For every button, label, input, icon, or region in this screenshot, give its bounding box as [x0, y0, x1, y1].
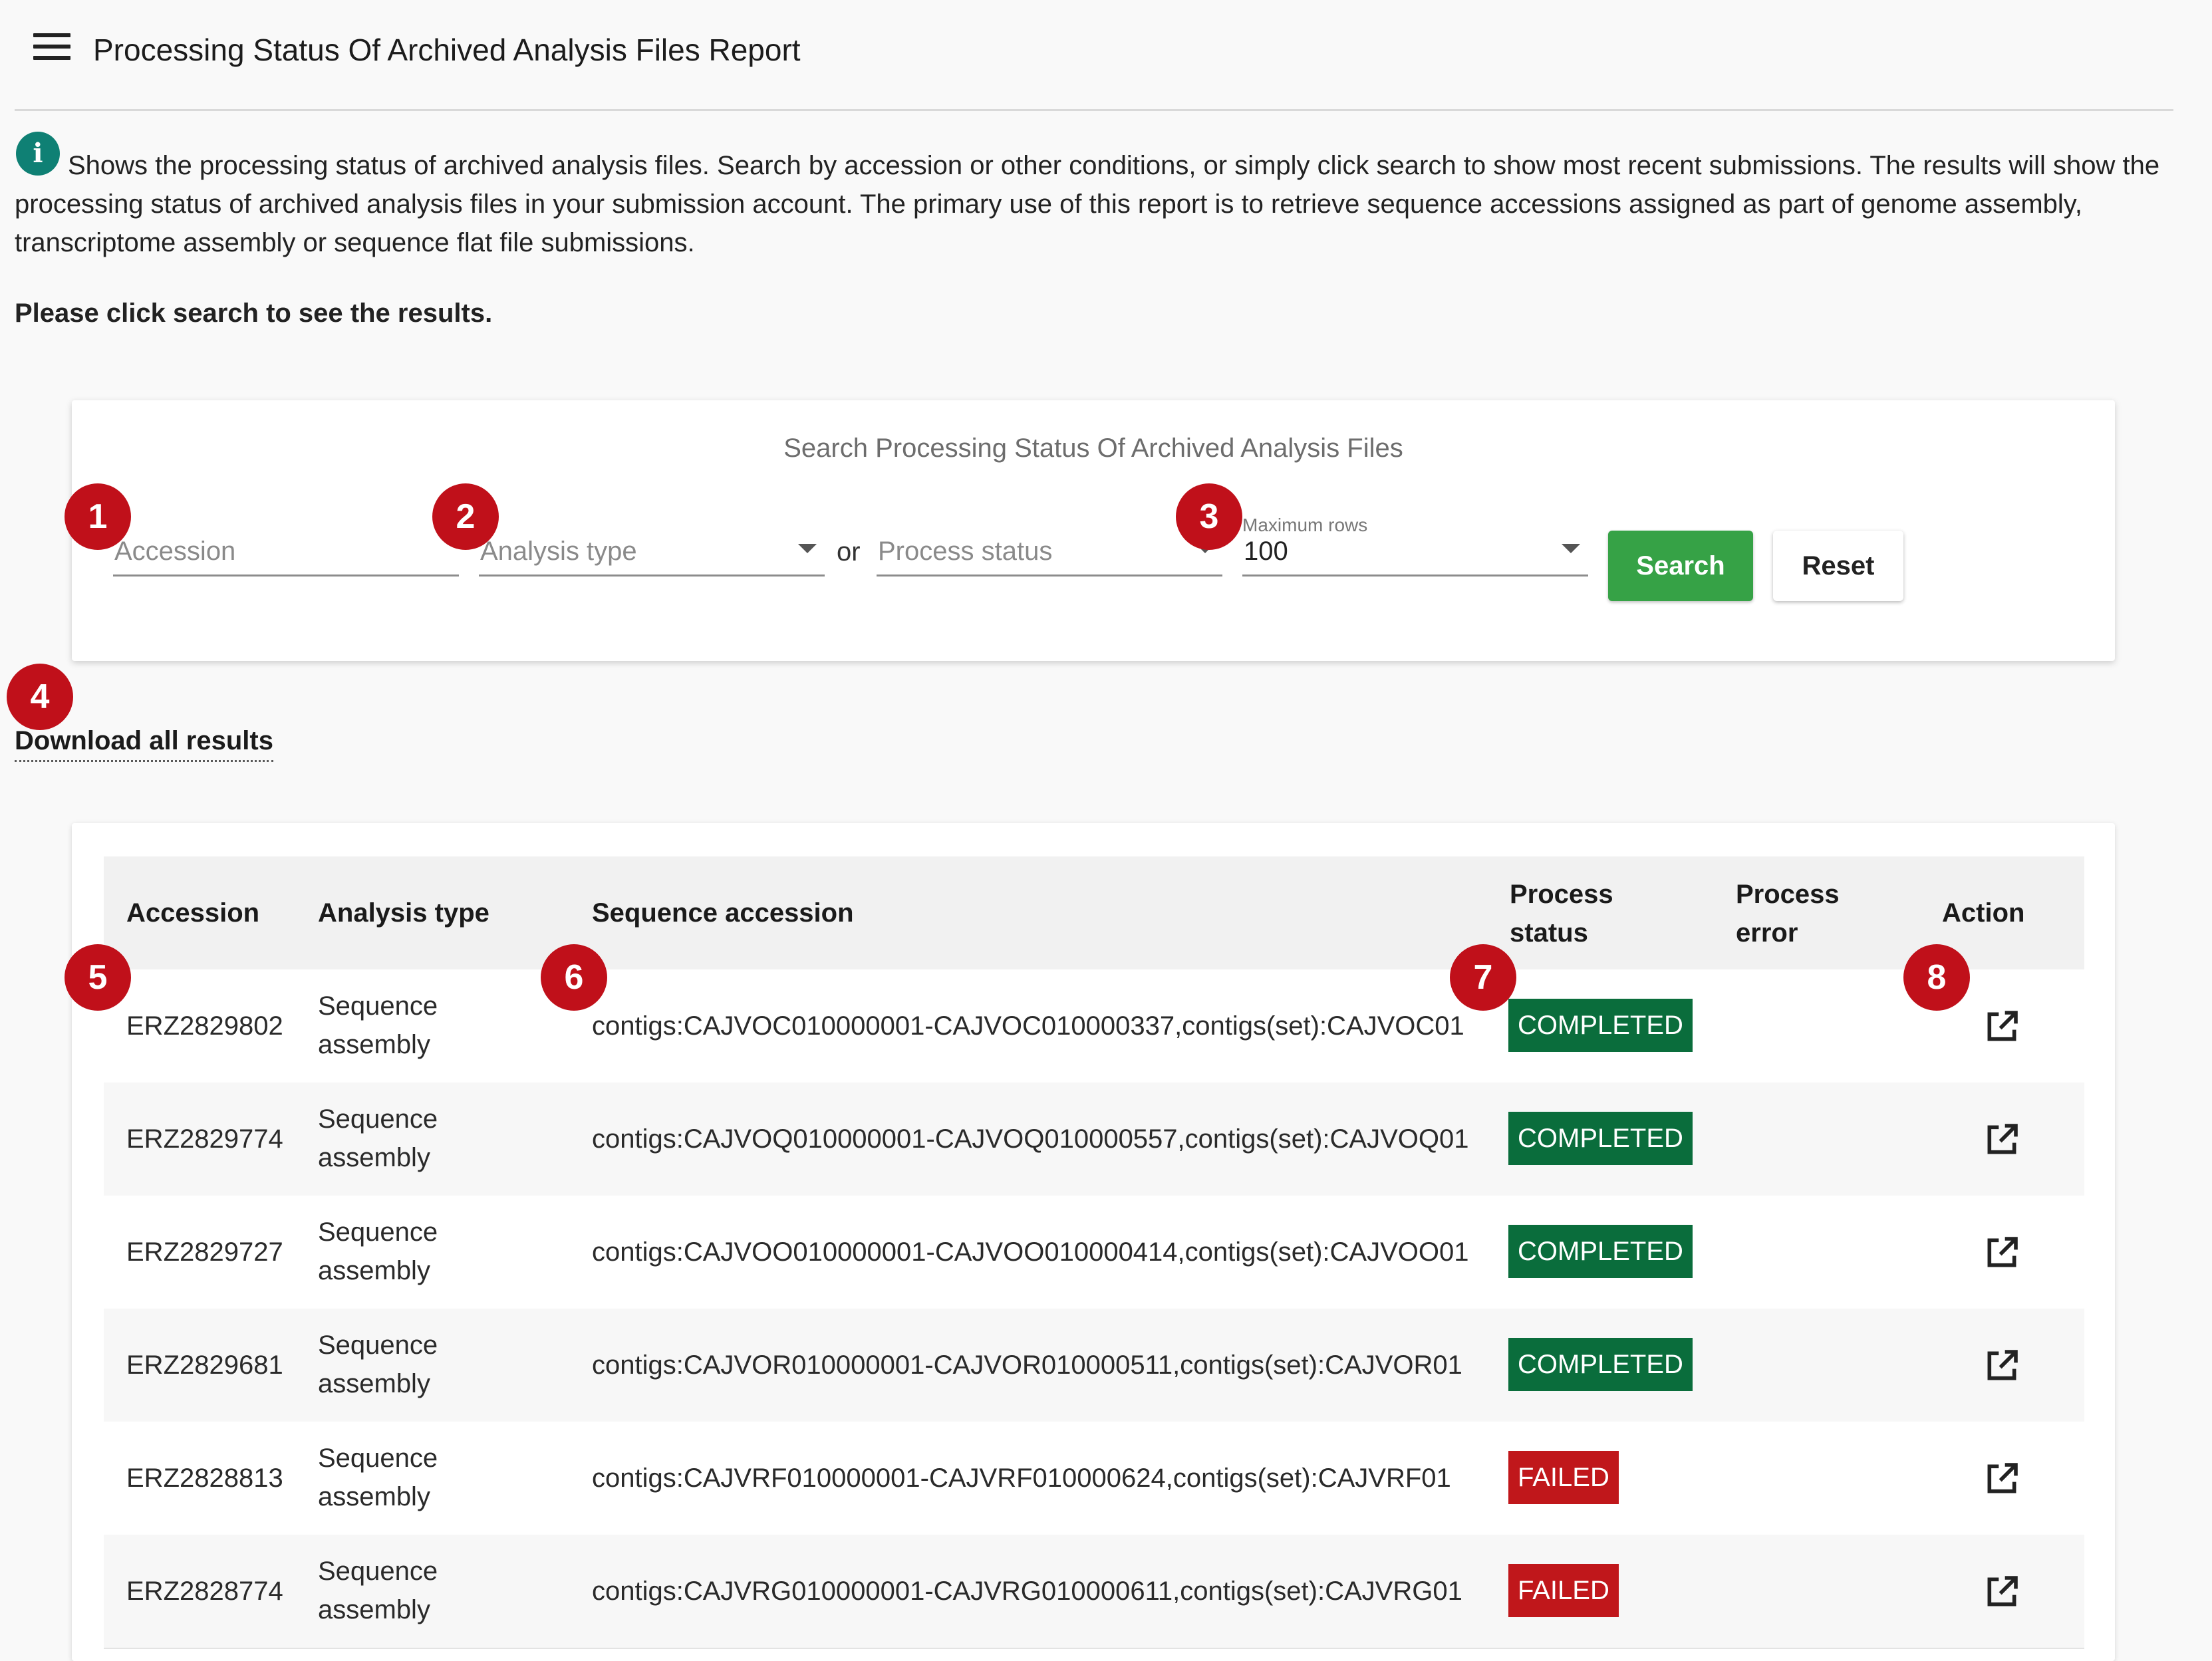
annotation-marker-3: 3: [1176, 483, 1242, 550]
cell-accession: ERZ2829802: [126, 1011, 283, 1041]
open-in-new-icon[interactable]: [1983, 1573, 2020, 1610]
cell-sequence-accession: contigs:CAJVOC010000001-CAJVOC010000337,…: [592, 1011, 1464, 1041]
cell-sequence-accession: contigs:CAJVOO010000001-CAJVOO010000414,…: [592, 1237, 1469, 1267]
table-row: ERZ2829727 Sequence assembly contigs:CAJ…: [104, 1196, 2084, 1310]
cell-accession: ERZ2828813: [126, 1464, 283, 1493]
annotation-marker-4: 4: [7, 664, 73, 730]
col-header-action: Action: [1942, 898, 2025, 928]
cell-sequence-accession: contigs:CAJVRG010000001-CAJVRG010000611,…: [592, 1577, 1462, 1606]
status-badge: COMPLETED: [1508, 1225, 1693, 1278]
chevron-down-icon: [798, 544, 817, 553]
open-in-new-icon[interactable]: [1983, 1347, 2020, 1384]
table-row: ERZ2829774 Sequence assembly contigs:CAJ…: [104, 1083, 2084, 1197]
instruction-text: Please click search to see the results.: [15, 299, 493, 328]
status-badge: COMPLETED: [1508, 1112, 1693, 1165]
table-row: ERZ2829681 Sequence assembly contigs:CAJ…: [104, 1309, 2084, 1423]
open-in-new-icon[interactable]: [1983, 1121, 2020, 1158]
cell-analysis-type: Sequence assembly: [318, 1331, 438, 1398]
search-panel-title: Search Processing Status Of Archived Ana…: [783, 434, 1403, 463]
cell-analysis-type: Sequence assembly: [318, 1557, 438, 1624]
cell-sequence-accession: contigs:CAJVOR010000001-CAJVOR010000511,…: [592, 1350, 1462, 1380]
header-divider: [15, 109, 2173, 111]
status-badge: FAILED: [1508, 1564, 1619, 1617]
annotation-marker-5: 5: [65, 944, 131, 1011]
col-header-analysis-type[interactable]: Analysis type: [318, 894, 489, 932]
col-header-process-error[interactable]: Process error: [1736, 875, 1869, 952]
download-all-results-link[interactable]: Download all results: [15, 726, 273, 762]
process-status-select[interactable]: Process status: [877, 527, 1222, 576]
max-rows-value: 100: [1244, 537, 1288, 566]
cell-sequence-accession: contigs:CAJVOQ010000001-CAJVOQ010000557,…: [592, 1124, 1469, 1154]
chevron-down-icon: [1562, 544, 1580, 553]
col-header-sequence-accession[interactable]: Sequence accession: [592, 894, 854, 932]
annotation-marker-2: 2: [432, 483, 499, 550]
analysis-type-select[interactable]: Analysis type: [479, 527, 825, 576]
cell-accession: ERZ2829774: [126, 1124, 283, 1154]
open-in-new-icon[interactable]: [1983, 1008, 2020, 1045]
open-in-new-icon[interactable]: [1983, 1460, 2020, 1497]
analysis-type-placeholder: Analysis type: [480, 537, 637, 566]
table-row: ERZ2829802 Sequence assembly contigs:CAJ…: [104, 969, 2084, 1084]
col-header-accession[interactable]: Accession: [126, 894, 259, 932]
table-row: ERZ2828813 Sequence assembly contigs:CAJ…: [104, 1422, 2084, 1536]
max-rows-select[interactable]: Maximum rows 100: [1242, 515, 1588, 576]
accession-placeholder: Accession: [114, 537, 236, 566]
status-badge: FAILED: [1508, 1451, 1619, 1504]
cell-analysis-type: Sequence assembly: [318, 1444, 438, 1511]
open-in-new-icon[interactable]: [1983, 1234, 2020, 1271]
status-badge: COMPLETED: [1508, 1338, 1693, 1391]
annotation-marker-7: 7: [1450, 944, 1516, 1011]
cell-sequence-accession: contigs:CAJVRF010000001-CAJVRF010000624,…: [592, 1464, 1451, 1493]
search-panel: Search Processing Status Of Archived Ana…: [72, 400, 2115, 661]
accession-input[interactable]: Accession: [113, 527, 459, 576]
cell-analysis-type: Sequence assembly: [318, 1217, 438, 1285]
reset-button[interactable]: Reset: [1773, 531, 1903, 601]
annotation-marker-6: 6: [541, 944, 607, 1011]
annotation-marker-1: 1: [65, 483, 131, 550]
description-text: Shows the processing status of archived …: [15, 151, 2160, 257]
col-header-process-status[interactable]: Process status: [1510, 875, 1643, 952]
table-row: ERZ2828774 Sequence assembly contigs:CAJ…: [104, 1535, 2084, 1649]
cell-accession: ERZ2828774: [126, 1577, 283, 1606]
status-badge: COMPLETED: [1508, 999, 1693, 1052]
results-table-header: Accession Analysis type Sequence accessi…: [104, 856, 2084, 969]
max-rows-label: Maximum rows: [1242, 515, 1368, 535]
process-status-placeholder: Process status: [878, 537, 1053, 566]
annotation-marker-8: 8: [1903, 944, 1970, 1011]
cell-accession: ERZ2829681: [126, 1350, 283, 1380]
cell-analysis-type: Sequence assembly: [318, 1104, 438, 1172]
cell-analysis-type: Sequence assembly: [318, 991, 438, 1059]
cell-accession: ERZ2829727: [126, 1237, 283, 1267]
page-description: Shows the processing status of archived …: [15, 146, 2176, 262]
hamburger-menu-icon[interactable]: [33, 33, 70, 60]
page-title: Processing Status Of Archived Analysis F…: [93, 33, 801, 67]
or-label: or: [837, 537, 861, 567]
search-button[interactable]: Search: [1608, 531, 1753, 601]
